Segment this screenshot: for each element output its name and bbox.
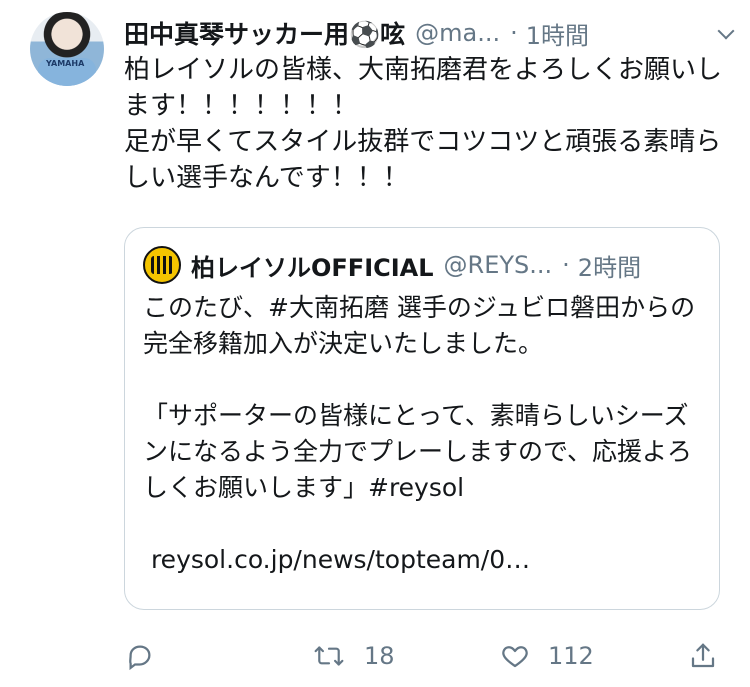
user-avatar[interactable]: YAMAHA [30,12,104,86]
quoted-avatar-logo[interactable] [143,246,181,284]
heart-icon [500,641,530,671]
chevron-down-icon[interactable] [716,23,736,43]
quoted-tweet-header: 柏レイソルOFFICIAL @REYS... · 2時間 [143,246,701,284]
retweet-button[interactable]: 18 [312,638,395,674]
tweet-actions: 18 112 [125,638,725,674]
share-icon [688,641,718,671]
quoted-tweet-time[interactable]: 2時間 [578,248,641,283]
user-handle[interactable]: @ma... [415,19,500,47]
retweet-count: 18 [364,642,395,670]
reply-icon [125,641,155,671]
like-count: 112 [548,642,594,670]
quoted-tweet-card[interactable]: 柏レイソルOFFICIAL @REYS... · 2時間 このたび、#大南拓磨 … [124,227,720,610]
tweet-time[interactable]: 1時間 [526,16,589,51]
tweet-card[interactable]: YAMAHA 田中真琴サッカー用⚽呟 @ma... · 1時間 柏レイソルの皆様… [0,0,750,687]
quoted-display-name[interactable]: 柏レイソルOFFICIAL [191,248,434,283]
avatar-shirt-text: YAMAHA [46,59,85,68]
reply-button[interactable] [125,638,155,674]
retweet-icon [312,641,346,671]
quoted-separator-dot: · [562,251,570,279]
tweet-text: 柏レイソルの皆様、大南拓磨君をよろしくお願いします！！！！！！！ 足が早くてスタ… [124,55,723,193]
quoted-tweet-text: このたび、#大南拓磨 選手のジュビロ磐田からの完全移籍加入が決定いたしました。 … [143,293,696,574]
share-button[interactable] [688,638,718,674]
tweet-header: 田中真琴サッカー用⚽呟 @ma... · 1時間 [124,16,736,50]
display-name[interactable]: 田中真琴サッカー用⚽呟 [124,15,405,51]
separator-dot: · [510,19,518,47]
quoted-user-handle[interactable]: @REYS... [444,251,553,279]
like-button[interactable]: 112 [500,638,594,674]
